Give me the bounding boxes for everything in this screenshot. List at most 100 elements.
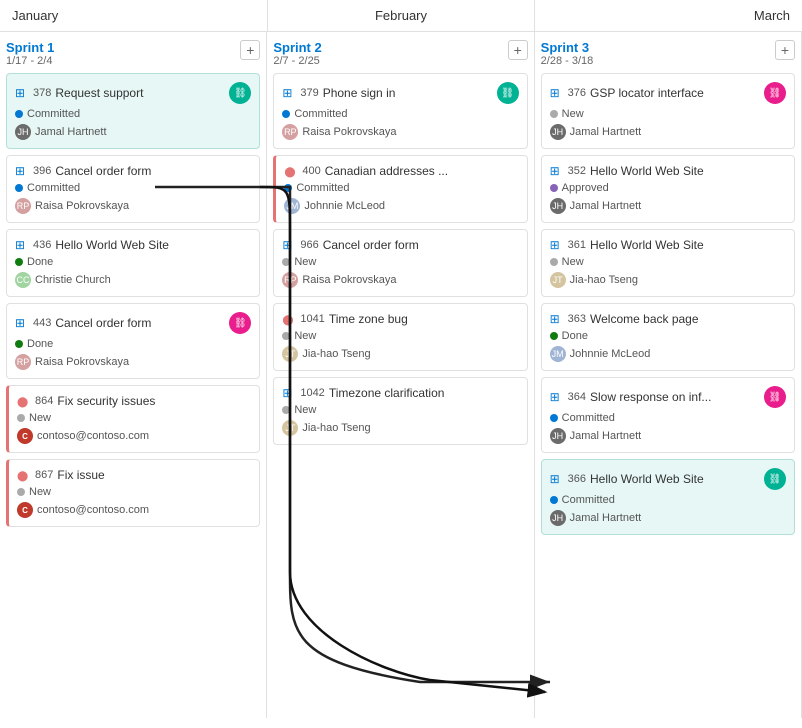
card-id-867: 867 [35,469,53,481]
card-title-864: Fix security issues [57,394,155,408]
link-icon-364[interactable]: ⛓ [764,386,786,408]
sprint-2-title: Sprint 2 [273,40,507,55]
status-text-966: New [294,256,316,268]
sprint-2-header: Sprint 2 2/7 - 2/25 + [273,40,527,67]
bug-icon-400 [284,164,298,178]
card-867: 867 Fix issue New C contoso@contoso.com [6,459,260,527]
card-title-867: Fix issue [57,468,104,482]
status-text-1041: New [294,330,316,342]
link-icon-376[interactable]: ⛓ [764,82,786,104]
card-436: 436 Hello World Web Site Done CC Christi… [6,229,260,297]
sprint-2-dates: 2/7 - 2/25 [273,55,507,67]
month-march: March [535,0,802,31]
card-title-400: Canadian addresses ... [325,164,448,178]
card-864: 864 Fix security issues New C contoso@co… [6,385,260,453]
task-icon-443 [15,316,29,330]
sprint-3-add-button[interactable]: + [775,40,795,60]
assignee-378: Jamal Hartnett [35,126,107,138]
link-icon-379[interactable]: ⛓ [497,82,519,104]
card-title-1041: Time zone bug [329,312,408,326]
status-text-361: New [562,256,584,268]
task-icon-966 [282,238,296,252]
task-icon-352 [550,164,564,178]
assignee-436: Christie Church [35,274,111,286]
task-icon-366 [550,472,564,486]
avatar-378: JH [15,124,31,140]
status-text-396: Committed [27,182,80,194]
card-title-379: Phone sign in [323,86,396,100]
card-396: 396 Cancel order form Committed RP Raisa… [6,155,260,223]
sprint-1-add-button[interactable]: + [240,40,260,60]
assignee-366: Jamal Hartnett [570,512,642,524]
avatar-361: JT [550,272,566,288]
assignee-966: Raisa Pokrovskaya [302,274,396,286]
assignee-352: Jamal Hartnett [570,200,642,212]
timeline-body: Sprint 1 1/17 - 2/4 + 378 Request suppor… [0,32,802,718]
status-dot-1041 [282,332,290,340]
task-icon-378 [15,86,29,100]
assignee-400: Johnnie McLeod [304,200,385,212]
link-icon-378[interactable]: ⛓ [229,82,251,104]
status-dot-396 [15,184,23,192]
task-icon-396 [15,164,29,178]
sprint-3-header: Sprint 3 2/28 - 3/18 + [541,40,795,67]
month-january: January [0,0,268,31]
card-378: 378 Request support ⛓ Committed JH Jamal… [6,73,260,149]
card-title-376: GSP locator interface [590,86,704,100]
card-title-364: Slow response on inf... [590,390,711,404]
assignee-1041: Jia-hao Tseng [302,348,370,360]
sprint-column-1: Sprint 1 1/17 - 2/4 + 378 Request suppor… [0,32,267,718]
card-title-352: Hello World Web Site [590,164,704,178]
avatar-1041: JT [282,346,298,362]
timeline-container: January February March Sprint 1 1/17 - 2… [0,0,802,718]
status-text-376: New [562,108,584,120]
status-text-366: Committed [562,494,615,506]
status-text-436: Done [27,256,53,268]
avatar-379: RP [282,124,298,140]
card-id-378: 378 [33,87,51,99]
card-id-364: 364 [568,391,586,403]
month-february: February [268,0,536,31]
task-icon-379 [282,86,296,100]
task-icon-1042 [282,386,296,400]
card-title-361: Hello World Web Site [590,238,704,252]
card-id-1042: 1042 [300,387,324,399]
link-icon-443[interactable]: ⛓ [229,312,251,334]
status-text-364: Committed [562,412,615,424]
assignee-361: Jia-hao Tseng [570,274,638,286]
avatar-363: JM [550,346,566,362]
status-dot-352 [550,184,558,192]
status-text-379: Committed [294,108,347,120]
card-id-436: 436 [33,239,51,251]
card-id-376: 376 [568,87,586,99]
assignee-396: Raisa Pokrovskaya [35,200,129,212]
sprint-2-add-button[interactable]: + [508,40,528,60]
status-dot-376 [550,110,558,118]
status-dot-443 [15,340,23,348]
card-361: 361 Hello World Web Site New JT Jia-hao … [541,229,795,297]
status-dot-379 [282,110,290,118]
status-dot-966 [282,258,290,266]
task-icon-361 [550,238,564,252]
card-title-363: Welcome back page [590,312,699,326]
card-id-363: 363 [568,313,586,325]
avatar-376: JH [550,124,566,140]
avatar-400: JM [284,198,300,214]
card-1041: 1041 Time zone bug New JT Jia-hao Tseng [273,303,527,371]
link-icon-366[interactable]: ⛓ [764,468,786,490]
status-dot-867 [17,488,25,496]
sprint-3-title: Sprint 3 [541,40,775,55]
assignee-376: Jamal Hartnett [570,126,642,138]
card-title-366: Hello World Web Site [590,472,704,486]
card-400: 400 Canadian addresses ... Committed JM … [273,155,527,223]
status-text-864: New [29,412,51,424]
card-id-443: 443 [33,317,51,329]
card-id-396: 396 [33,165,51,177]
avatar-966: RP [282,272,298,288]
status-text-363: Done [562,330,588,342]
card-id-400: 400 [302,165,320,177]
status-dot-364 [550,414,558,422]
sprint-1-dates: 1/17 - 2/4 [6,55,240,67]
sprint-column-3: Sprint 3 2/28 - 3/18 + 376 GSP locator i… [535,32,802,718]
assignee-864: contoso@contoso.com [37,430,149,442]
